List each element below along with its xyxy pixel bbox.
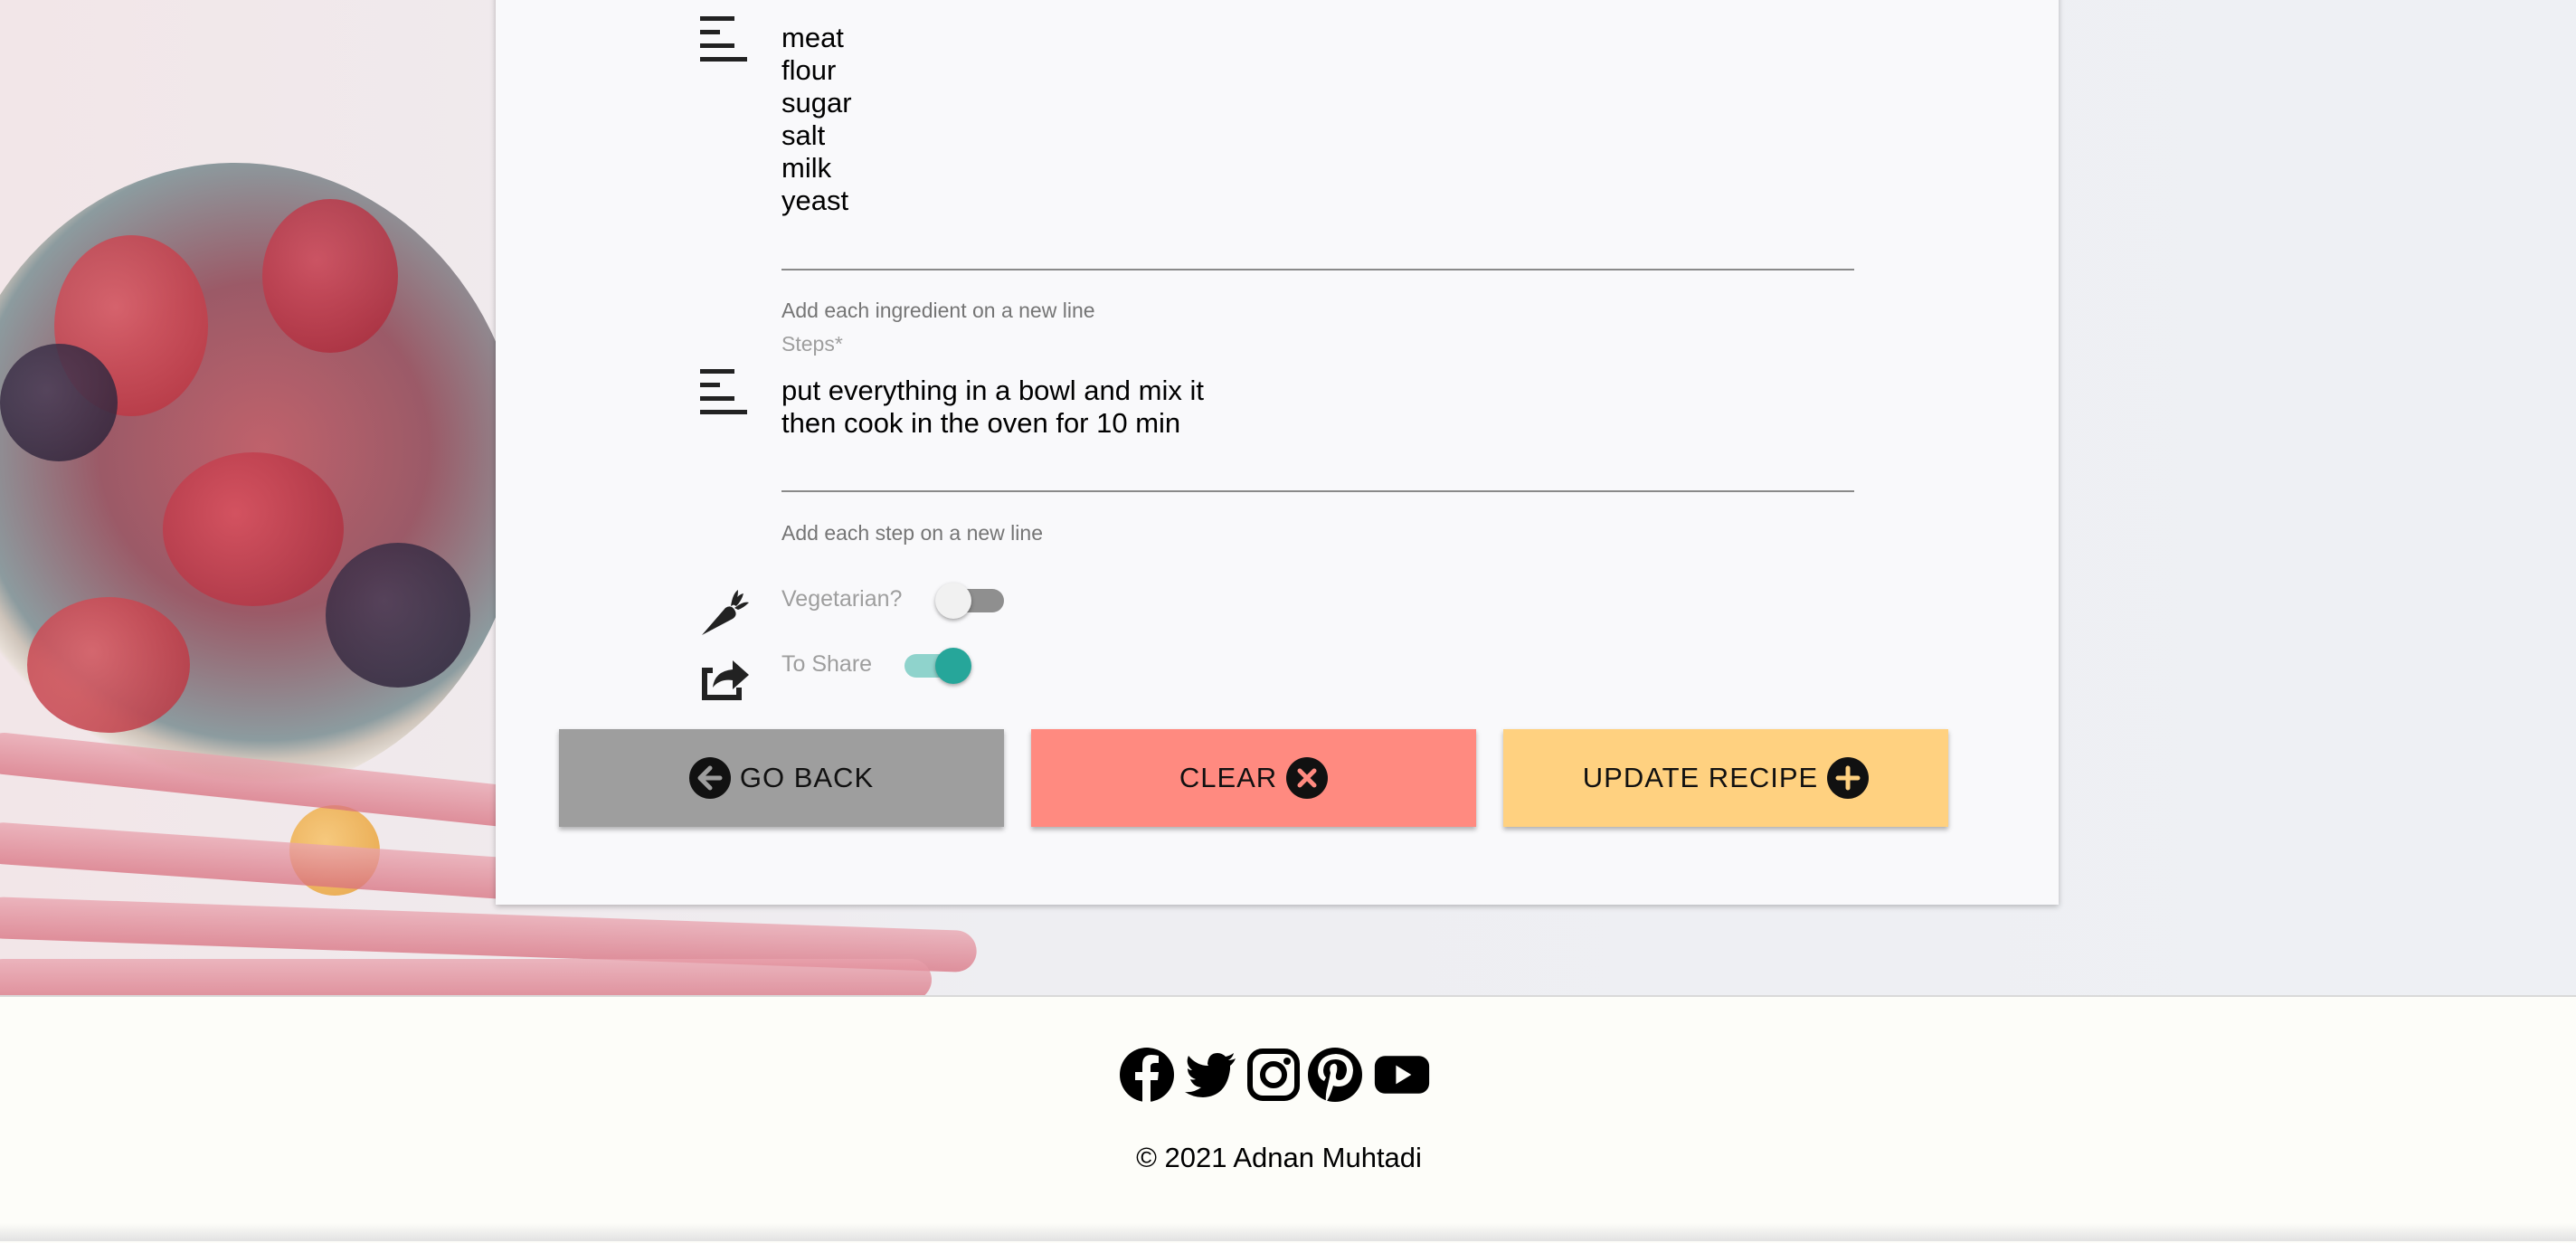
go-back-button[interactable]: GO BACK: [559, 729, 1004, 827]
ingredient-line: sugar: [781, 87, 852, 119]
to-share-toggle[interactable]: [901, 646, 975, 686]
ingredient-line: milk: [781, 152, 832, 184]
ingredients-textarea[interactable]: meat flour sugar salt milk yeast: [781, 22, 852, 217]
clear-label: CLEAR: [1179, 762, 1278, 793]
twitter-icon[interactable]: [1181, 1046, 1239, 1104]
ingredients-helper-text: Add each ingredient on a new line: [781, 299, 1095, 322]
steps-underline: [781, 490, 1854, 492]
ingredient-line: meat: [781, 22, 844, 53]
vegetarian-toggle[interactable]: [935, 581, 1008, 621]
vegetarian-label: Vegetarian?: [781, 586, 903, 612]
align-left-icon: [700, 16, 747, 62]
share-icon: [702, 660, 749, 700]
ingredients-underline: [781, 269, 1854, 270]
plus-circle-icon: [1827, 757, 1870, 799]
footer: [0, 995, 2576, 1243]
page-bottom-edge: [0, 1223, 2576, 1241]
toggle-thumb: [935, 648, 971, 684]
steps-textarea[interactable]: put everything in a bowl and mix it then…: [781, 375, 1204, 440]
toggle-thumb: [935, 583, 971, 619]
carrot-icon: [702, 590, 749, 635]
step-line: put everything in a bowl and mix it: [781, 375, 1204, 406]
ingredient-line: salt: [781, 119, 826, 151]
facebook-icon[interactable]: [1118, 1046, 1176, 1104]
close-circle-icon: [1286, 757, 1329, 799]
go-back-label: GO BACK: [739, 762, 875, 793]
youtube-icon[interactable]: [1373, 1046, 1431, 1104]
ingredient-line: yeast: [781, 185, 849, 216]
copyright-text: © 2021 Adnan Muhtadi: [1136, 1142, 1422, 1173]
steps-helper-text: Add each step on a new line: [781, 521, 1043, 545]
update-recipe-button[interactable]: UPDATE RECIPE: [1503, 729, 1948, 827]
instagram-icon[interactable]: [1245, 1046, 1302, 1104]
ingredient-line: flour: [781, 54, 837, 86]
pinterest-icon[interactable]: [1306, 1046, 1364, 1104]
update-recipe-label: UPDATE RECIPE: [1582, 762, 1819, 793]
arrow-left-circle-icon: [688, 757, 731, 799]
steps-label: Steps*: [781, 332, 843, 356]
clear-button[interactable]: CLEAR: [1031, 729, 1476, 827]
align-left-icon: [700, 369, 747, 414]
to-share-label: To Share: [781, 651, 873, 677]
step-line: then cook in the oven for 10 min: [781, 407, 1181, 439]
